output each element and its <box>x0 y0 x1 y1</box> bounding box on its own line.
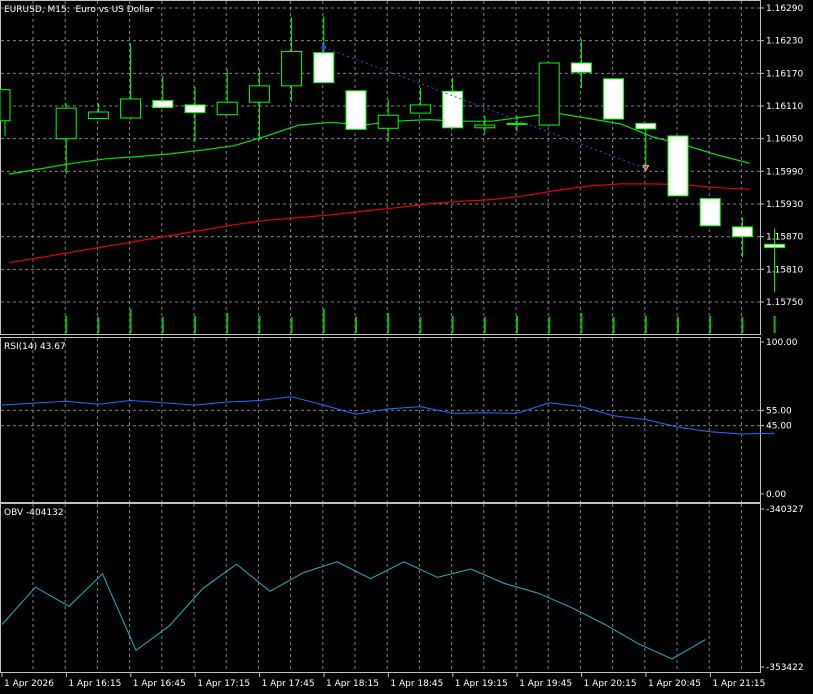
candle-bull <box>409 104 431 114</box>
x-tick-label: 1 Apr 20:15 <box>584 679 637 689</box>
price-axis: 1.16290 1.16230 1.16170 1.16110 1.16050 1.159… <box>760 4 803 308</box>
obv-panel: -340327 -353422 <box>0 503 804 673</box>
y-tick-label: -353422 <box>766 663 804 673</box>
candle-bull <box>506 122 528 125</box>
trade-arrow-open <box>321 44 327 50</box>
candle-bear <box>731 226 753 238</box>
obv-title: OBV -404132 <box>4 508 64 518</box>
y-tick-label: 0.00 <box>766 490 786 500</box>
candle-bear <box>442 90 464 129</box>
y-tick-label: 1.15870 <box>766 233 803 243</box>
chart-canvas: 1.16290 1.16230 1.16170 1.16110 1.16050 1.159… <box>0 0 804 689</box>
candle-bull <box>474 124 496 129</box>
y-tick-label: 1.16050 <box>766 135 803 145</box>
x-tick-label: 1 Apr 19:45 <box>519 679 572 689</box>
x-tick-label: 1 Apr 16:45 <box>133 679 186 689</box>
rsi-title: RSI(14) 43.67 <box>4 342 66 352</box>
y-tick-label: 1.15930 <box>766 200 803 210</box>
x-tick-label: 1 Apr 18:15 <box>326 679 379 689</box>
main-chart-title: EURUSD, M15: Euro vs US Dollar <box>4 5 154 15</box>
y-tick-label: 1.16170 <box>766 69 803 79</box>
candle-bull <box>0 89 11 122</box>
candle-bull <box>538 62 560 126</box>
x-tick-label: 1 Apr 21:15 <box>712 679 765 689</box>
x-tick-label: 1 Apr 16:15 <box>68 679 121 689</box>
candle-bear <box>570 62 592 73</box>
y-tick-label: 1.16230 <box>766 37 803 47</box>
candle-bull <box>248 85 270 103</box>
candle-bull <box>55 107 77 140</box>
obv-axis: -340327 -353422 <box>760 505 804 673</box>
y-tick-label: 1.16110 <box>766 102 803 112</box>
x-tick-label: 1 Apr 2026 <box>4 679 54 689</box>
candle-bear <box>635 122 657 130</box>
candle-bull <box>120 98 142 119</box>
rsi-panel: 100.00 55.00 45.00 0.00 <box>0 337 798 503</box>
y-tick-label: 45.00 <box>766 422 792 432</box>
candle-bear <box>184 104 206 114</box>
rsi-axis: 100.00 55.00 45.00 0.00 <box>760 338 798 500</box>
y-tick-label: 100.00 <box>766 338 798 348</box>
x-tick-label: 1 Apr 19:15 <box>455 679 508 689</box>
candle-bear <box>667 135 689 197</box>
candle-bear <box>603 78 625 120</box>
candle-bear <box>345 90 367 130</box>
candle-bull <box>216 101 238 116</box>
main-panel: 1.16290 1.16230 1.16170 1.16110 1.16050 1.159… <box>0 0 803 335</box>
y-tick-label: 1.15810 <box>766 265 803 275</box>
candle-bull <box>377 114 399 129</box>
candle-bull <box>281 51 303 87</box>
candle-bear <box>764 243 786 249</box>
candle-bull <box>87 111 109 120</box>
y-tick-label: 55.00 <box>766 406 792 416</box>
candle-bear <box>313 52 335 84</box>
candle-bear <box>699 198 721 227</box>
y-tick-label: -340327 <box>766 505 804 515</box>
time-axis: 1 Apr 2026 1 Apr 16:15 1 Apr 16:45 1 Apr 17… <box>1 673 765 689</box>
x-tick-label: 1 Apr 17:15 <box>197 679 250 689</box>
y-tick-label: 1.16290 <box>766 4 803 14</box>
x-tick-label: 1 Apr 20:45 <box>648 679 701 689</box>
y-tick-label: 1.15990 <box>766 167 803 177</box>
x-tick-label: 1 Apr 17:45 <box>262 679 315 689</box>
y-tick-label: 1.15750 <box>766 298 803 308</box>
candle-bear <box>152 100 174 109</box>
x-tick-label: 1 Apr 18:45 <box>390 679 443 689</box>
